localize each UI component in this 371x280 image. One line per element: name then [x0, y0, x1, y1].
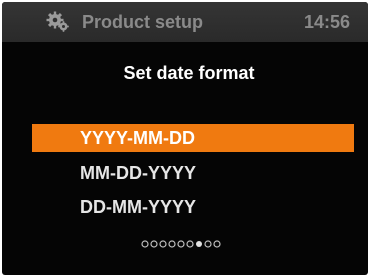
page-dot — [204, 240, 212, 248]
page-dot — [159, 240, 167, 248]
gear-icon — [46, 11, 69, 32]
page-dot — [168, 240, 176, 248]
page-dot — [213, 240, 221, 248]
page-dot-active — [196, 241, 202, 247]
device-screen: Product setup 14:56 Set date format YYYY… — [2, 2, 368, 275]
clock-time: 14:56 — [303, 12, 350, 32]
page-dot — [150, 240, 158, 248]
page-dot — [177, 240, 185, 248]
page-dot — [141, 240, 149, 248]
page-indicator — [141, 240, 221, 248]
header-title: Product setup — [82, 12, 204, 32]
page-dot — [186, 240, 194, 248]
header-bar: Product setup 14:56 — [2, 2, 368, 42]
date-format-option-mm-dd-yyyy[interactable]: MM-DD-YYYY — [32, 159, 352, 187]
date-format-option-yyyy-mm-dd[interactable]: YYYY-MM-DD — [32, 124, 354, 152]
screen-subtitle: Set date format — [123, 63, 255, 83]
date-format-option-dd-mm-yyyy[interactable]: DD-MM-YYYY — [32, 193, 352, 221]
